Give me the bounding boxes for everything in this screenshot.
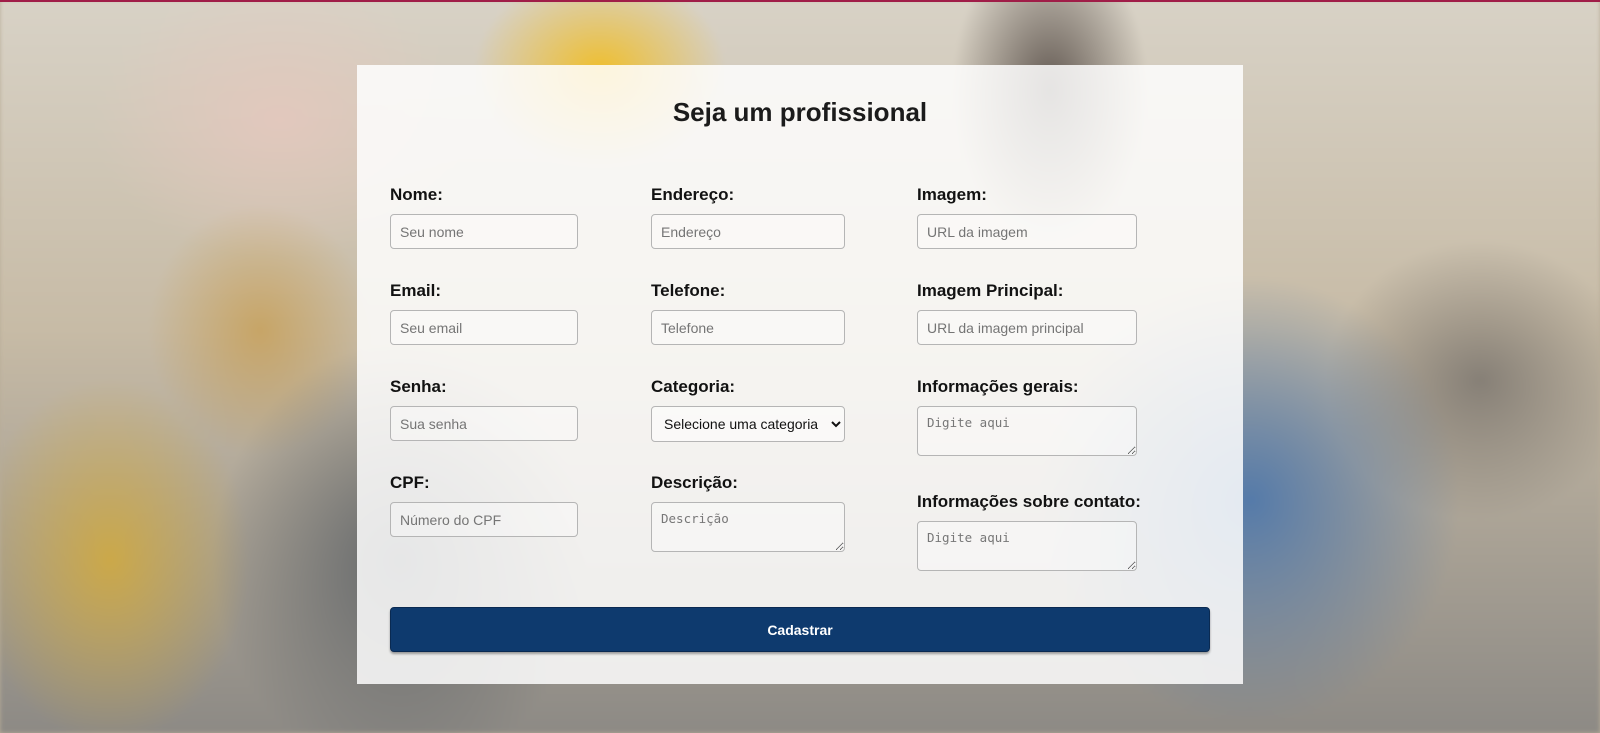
categoria-label: Categoria: <box>651 377 736 396</box>
email-input[interactable] <box>390 310 578 345</box>
descricao-textarea[interactable] <box>651 502 845 552</box>
imagem-input[interactable] <box>917 214 1137 249</box>
imagem-field-group: Imagem: <box>917 185 1137 249</box>
descricao-label: Descrição: <box>651 473 738 492</box>
email-label: Email: <box>390 281 442 300</box>
imagem-label: Imagem: <box>917 185 987 204</box>
nome-field-group: Nome: <box>390 185 578 249</box>
endereco-field-group: Endereço: <box>651 185 845 249</box>
categoria-select[interactable]: Selecione uma categoria <box>651 406 845 442</box>
informacoes-gerais-textarea[interactable] <box>917 406 1137 456</box>
senha-label: Senha: <box>390 377 447 396</box>
informacoes-contato-label: Informações sobre contato: <box>917 492 1141 511</box>
endereco-input[interactable] <box>651 214 845 249</box>
top-accent-line <box>0 0 1600 2</box>
categoria-field-group: Categoria: Selecione uma categoria <box>651 377 845 442</box>
email-field-group: Email: <box>390 281 578 345</box>
senha-input[interactable] <box>390 406 578 441</box>
cadastrar-button[interactable]: Cadastrar <box>390 607 1210 652</box>
imagem-principal-field-group: Imagem Principal: <box>917 281 1137 345</box>
informacoes-contato-field-group: Informações sobre contato: <box>917 492 1141 571</box>
telefone-label: Telefone: <box>651 281 726 300</box>
telefone-field-group: Telefone: <box>651 281 845 345</box>
informacoes-gerais-label: Informações gerais: <box>917 377 1079 396</box>
cpf-field-group: CPF: <box>390 473 578 537</box>
imagem-principal-input[interactable] <box>917 310 1137 345</box>
cpf-input[interactable] <box>390 502 578 537</box>
informacoes-gerais-field-group: Informações gerais: <box>917 377 1137 456</box>
endereco-label: Endereço: <box>651 185 735 204</box>
form-title: Seja um profissional <box>672 97 928 127</box>
nome-input[interactable] <box>390 214 578 249</box>
descricao-field-group: Descrição: <box>651 473 845 552</box>
cpf-label: CPF: <box>390 473 430 492</box>
informacoes-contato-textarea[interactable] <box>917 521 1137 571</box>
telefone-input[interactable] <box>651 310 845 345</box>
nome-label: Nome: <box>390 185 443 204</box>
senha-field-group: Senha: <box>390 377 578 441</box>
signup-form-panel: Seja um profissional Nome: Email: Senha:… <box>357 65 1243 684</box>
imagem-principal-label: Imagem Principal: <box>917 281 1064 300</box>
